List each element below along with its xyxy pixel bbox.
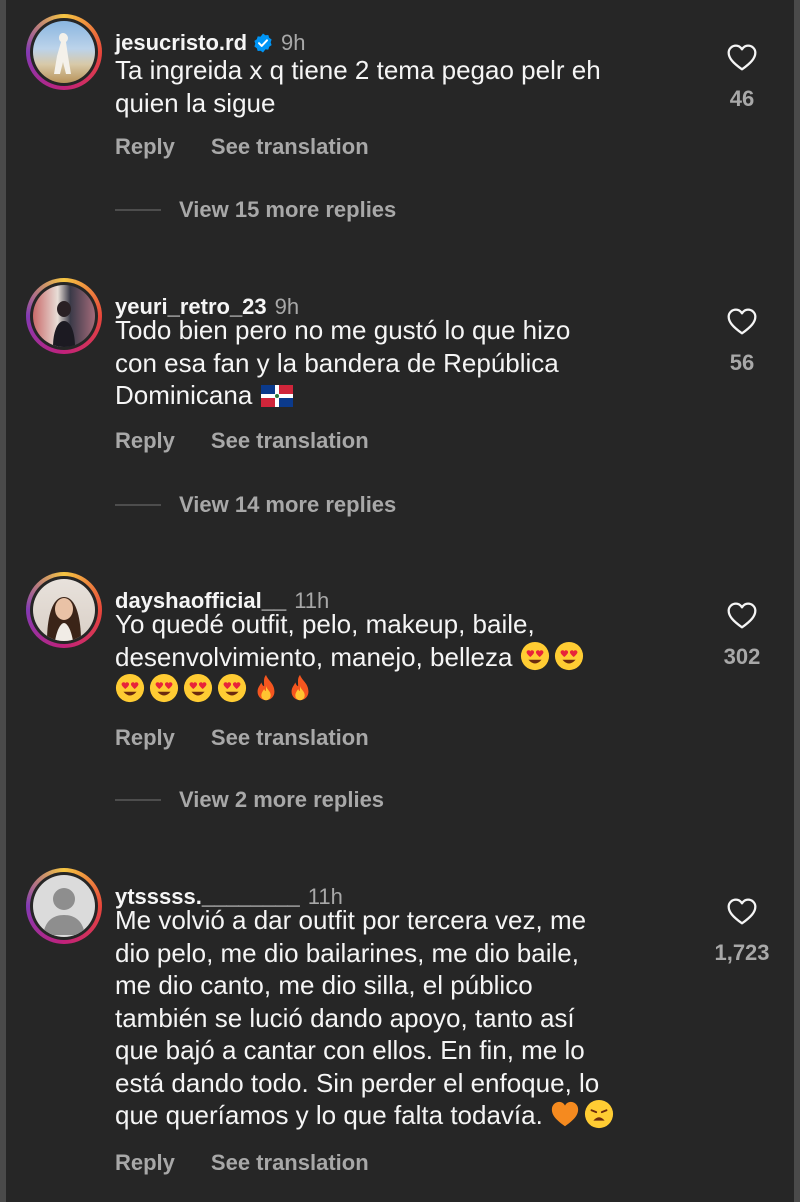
comment-text: Todo bien pero no me gustó lo que hizo c… [115,314,695,412]
smiling-face-with-heart-eyes-emoji [520,641,550,671]
orange-heart-emoji [551,1101,579,1127]
reply-button[interactable]: Reply [115,1150,175,1175]
divider-line [115,209,161,211]
fire-emoji [251,673,281,703]
avatar-story-ring[interactable] [26,572,102,648]
comment-actions: Reply See translation [115,134,369,160]
comment-actions: Reply See translation [115,428,369,454]
heart-outline-icon[interactable] [725,306,759,338]
see-translation-button[interactable]: See translation [211,1150,369,1175]
see-translation-button[interactable]: See translation [211,428,369,453]
view-more-replies-button[interactable]: View 15 more replies [115,197,396,223]
view-replies-label: View 2 more replies [179,787,385,812]
comment-line: que queríamos y lo que falta todavía. [115,1099,695,1132]
like-count: 46 [729,86,755,111]
like-control: 56 [700,306,784,376]
comment-line-text: que queríamos y lo que falta todavía. [115,1100,543,1130]
smiling-face-with-heart-eyes-emoji [217,673,247,703]
comment-line: con esa fan y la bandera de República [115,347,559,378]
comment-line: quien la sigue [115,87,276,118]
comment-line: Todo bien pero no me gustó lo que hizo [115,315,571,345]
comment-line: me dio canto, me dio silla, el público [115,970,533,1000]
heart-outline-icon[interactable] [725,896,759,928]
divider-line [115,504,161,506]
comment-line: también se lució dando apoyo, tanto así [115,1002,575,1033]
comment-line: que bajó a cantar con ellos. En fin, me … [115,1035,585,1065]
like-control: 1,723 [700,896,784,966]
comment-text: Me volvió a dar outfit por tercera vez, … [115,904,695,1132]
comment-text: Yo quedé outfit, pelo, makeup, baile, de… [115,608,695,706]
avatar[interactable] [33,21,95,83]
smiling-face-with-heart-eyes-emoji [149,673,179,703]
comment-text: Ta ingreida x q tiene 2 tema pegao pelr … [115,54,695,119]
divider-line [115,799,161,801]
comment-line: Ta ingreida x q tiene 2 tema pegao pelr … [115,55,601,85]
fire-emoji [285,673,315,703]
view-more-replies-button[interactable]: View 14 more replies [115,492,396,518]
avatar-story-ring[interactable] [26,278,102,354]
dominican-flag-emoji [260,385,293,407]
reply-button[interactable]: Reply [115,134,175,159]
emoji-line [115,673,695,706]
reply-button[interactable]: Reply [115,725,175,750]
like-count: 56 [729,350,755,375]
default-avatar-icon[interactable] [33,875,95,937]
smiling-face-with-heart-eyes-emoji [115,673,145,703]
comment-line-text: Dominicana [115,380,253,410]
comment-line: desenvolvimiento, manejo, belleza [115,641,695,674]
heart-outline-icon[interactable] [725,600,759,632]
like-control: 46 [700,42,784,112]
weary-face-emoji [585,1099,614,1129]
comment-line: está dando todo. Sin perder el enfoque, … [115,1067,600,1098]
comment-actions: Reply See translation [115,1150,369,1176]
avatar-story-ring[interactable] [26,868,102,944]
avatar[interactable] [33,285,95,347]
comment-actions: Reply See translation [115,725,369,751]
smiling-face-with-heart-eyes-emoji [554,641,584,671]
smiling-face-with-heart-eyes-emoji [183,673,213,703]
comment-line: Me volvió a dar outfit por tercera vez, … [115,905,587,935]
comment-line: Dominicana [115,379,695,412]
heart-outline-icon[interactable] [725,42,759,74]
comment-header: jesucristo.rd 9h [115,30,306,56]
comment-line-text: desenvolvimiento, manejo, belleza [115,641,513,672]
like-control: 302 [700,600,784,670]
username[interactable]: jesucristo.rd [115,30,247,55]
see-translation-button[interactable]: See translation [211,134,369,159]
comment-line: Yo quedé outfit, pelo, makeup, baile, [115,609,535,639]
timestamp: 9h [281,30,306,55]
avatar[interactable] [33,579,95,641]
view-replies-label: View 15 more replies [179,197,397,222]
avatar-story-ring[interactable] [26,14,102,90]
like-count: 302 [723,644,761,669]
like-count: 1,723 [714,940,770,965]
view-more-replies-button[interactable]: View 2 more replies [115,787,384,813]
view-replies-label: View 14 more replies [179,492,397,517]
reply-button[interactable]: Reply [115,428,175,453]
verified-badge-icon [254,33,272,53]
comment-line: dio pelo, me dio bailarines, me dio bail… [115,937,579,968]
see-translation-button[interactable]: See translation [211,725,369,750]
